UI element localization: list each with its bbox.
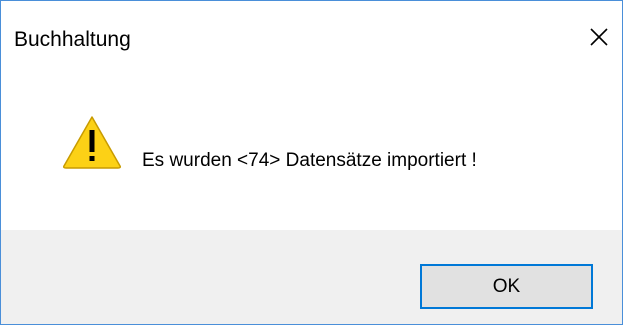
- message-dialog: Buchhaltung Es wurden <74> Datensätze im…: [0, 0, 623, 325]
- warning-icon: [63, 116, 121, 169]
- message-area: Es wurden <74> Datensätze importiert !: [1, 77, 622, 230]
- title-bar[interactable]: Buchhaltung: [1, 1, 622, 77]
- close-icon: [590, 28, 608, 46]
- message-text: Es wurden <74> Datensätze importiert !: [142, 150, 477, 171]
- window-title: Buchhaltung: [14, 28, 131, 51]
- button-bar: OK: [1, 230, 622, 324]
- close-button[interactable]: [576, 15, 622, 59]
- ok-button[interactable]: OK: [420, 264, 593, 309]
